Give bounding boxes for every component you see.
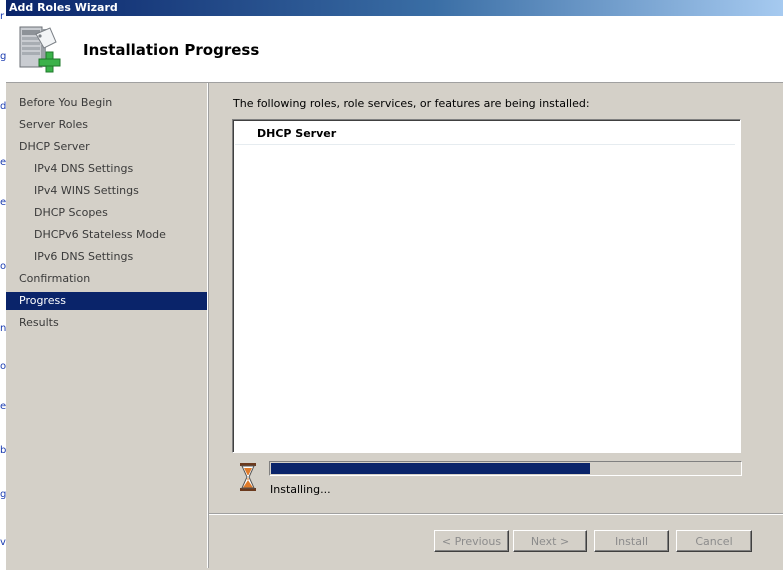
wizard-content: The following roles, role services, or f… [209, 83, 783, 568]
wizard-header: Installation Progress [6, 16, 783, 83]
list-item[interactable]: DHCP Server [235, 122, 735, 145]
nav-step-server-roles[interactable]: Server Roles [6, 116, 207, 134]
previous-button[interactable]: < Previous [434, 530, 509, 552]
intro-text: The following roles, role services, or f… [233, 97, 590, 110]
hourglass-icon [240, 463, 256, 491]
footer-divider [209, 513, 783, 515]
title-bar[interactable]: Add Roles Wizard [6, 0, 783, 16]
progress-fill [271, 463, 590, 474]
roles-list[interactable]: DHCP Server [232, 119, 741, 453]
nav-step-confirmation[interactable]: Confirmation [6, 270, 207, 288]
nav-step-results[interactable]: Results [6, 314, 207, 332]
progress-bar [269, 461, 742, 476]
wizard-step-nav: Before You Begin Server Roles DHCP Serve… [6, 83, 208, 568]
nav-step-ipv4-wins-settings[interactable]: IPv4 WINS Settings [6, 182, 207, 200]
install-button[interactable]: Install [594, 530, 669, 552]
window-title: Add Roles Wizard [9, 1, 118, 14]
server-roles-add-icon [19, 26, 61, 73]
nav-step-ipv4-dns-settings[interactable]: IPv4 DNS Settings [6, 160, 207, 178]
nav-step-progress[interactable]: Progress [6, 292, 207, 310]
wizard-window: Add Roles Wizard Installation Progress B… [6, 0, 783, 570]
next-button[interactable]: Next > [513, 530, 587, 552]
status-text: Installing... [270, 483, 331, 496]
nav-step-dhcpv6-stateless-mode[interactable]: DHCPv6 Stateless Mode [6, 226, 207, 244]
role-name: DHCP Server [257, 127, 337, 140]
background-fragment: r [0, 11, 5, 22]
nav-step-dhcp-scopes[interactable]: DHCP Scopes [6, 204, 207, 222]
nav-step-before-you-begin[interactable]: Before You Begin [6, 94, 207, 112]
nav-step-dhcp-server[interactable]: DHCP Server [6, 138, 207, 156]
nav-step-ipv6-dns-settings[interactable]: IPv6 DNS Settings [6, 248, 207, 266]
cancel-button[interactable]: Cancel [676, 530, 752, 552]
page-title: Installation Progress [83, 41, 260, 59]
